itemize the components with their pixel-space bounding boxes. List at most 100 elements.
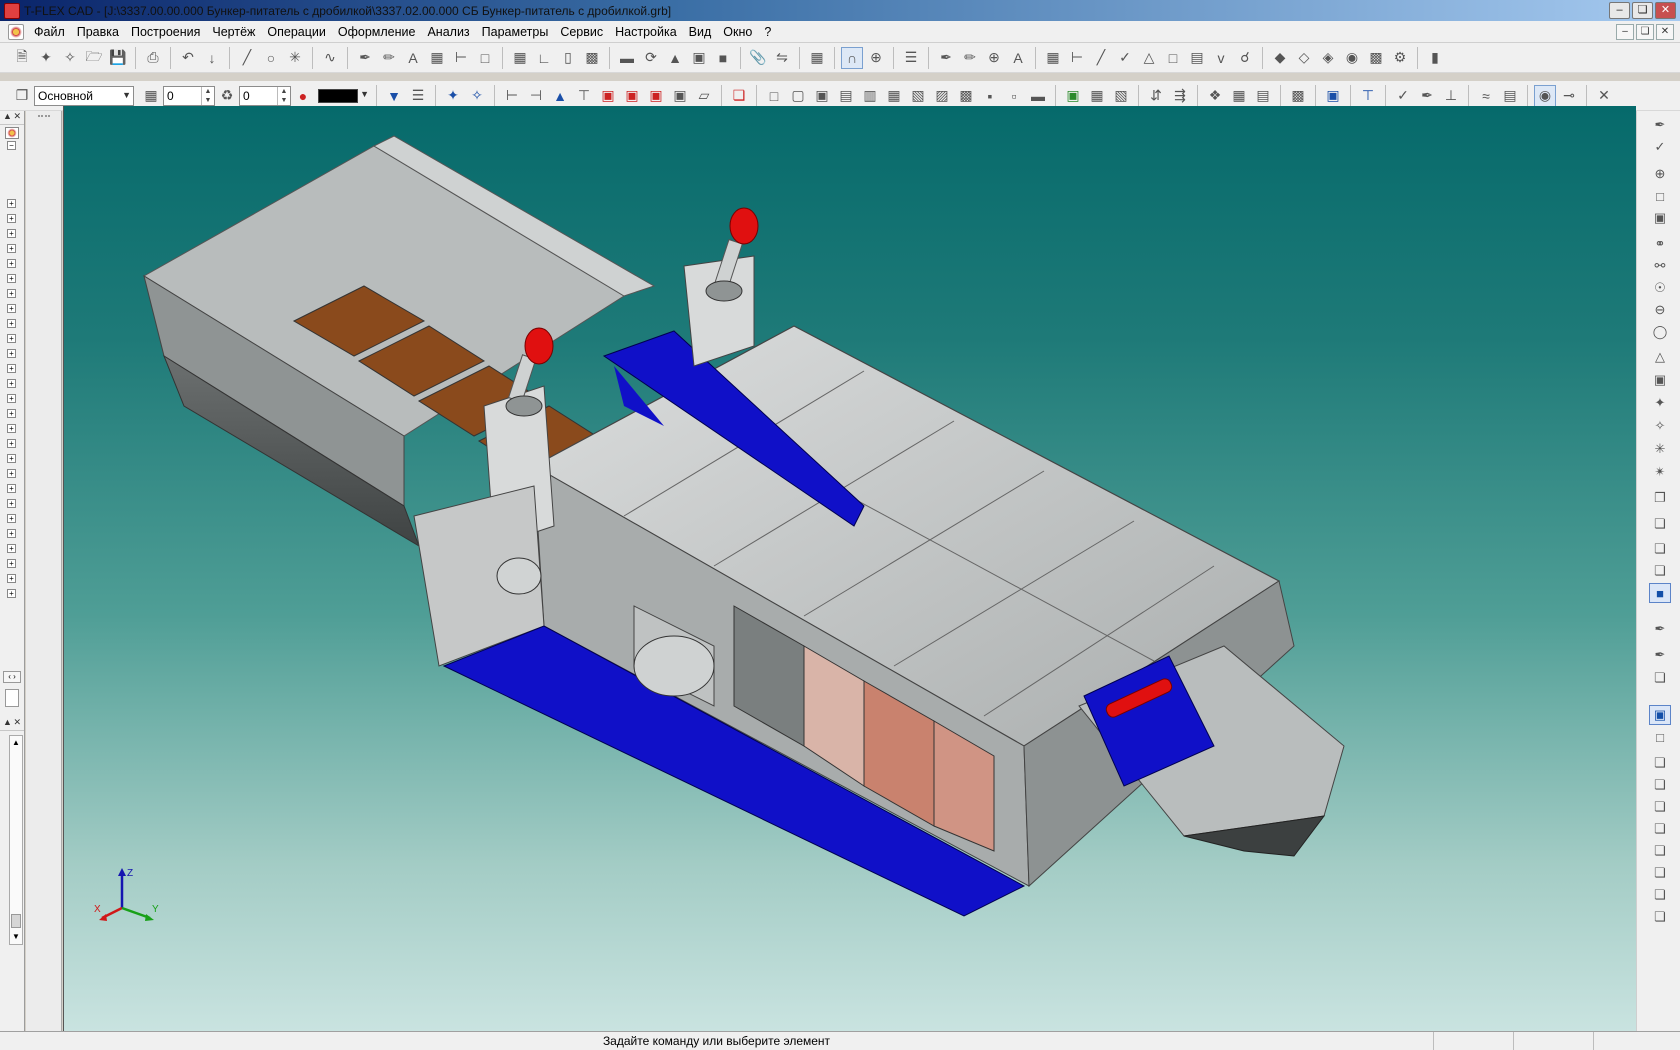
snap-options-icon[interactable]: ⊕ [865, 47, 887, 69]
light-c-icon[interactable]: ❏ [1649, 668, 1671, 688]
w-5-icon[interactable]: ⇶ [1169, 85, 1191, 107]
sel-4-icon[interactable]: ⊤ [573, 85, 595, 107]
tree-node-toggle[interactable]: + [7, 409, 16, 418]
sel-1-icon[interactable]: ⊢ [501, 85, 523, 107]
edit-dim-icon[interactable]: ⊢ [1066, 47, 1088, 69]
tree-node-toggle[interactable]: + [7, 304, 16, 313]
calculator-icon[interactable]: ▦ [806, 47, 828, 69]
sel-5-icon[interactable]: ▣ [597, 85, 619, 107]
sel-3-icon[interactable]: ▲ [549, 85, 571, 107]
w-2-icon[interactable]: ▦ [1086, 85, 1108, 107]
crosshair-icon[interactable]: ⊕ [983, 47, 1005, 69]
rough-icon[interactable]: □ [474, 47, 496, 69]
panel2-close-icon[interactable]: ✕ [13, 717, 21, 730]
op-b-icon[interactable]: ◇ [1293, 47, 1315, 69]
level-field[interactable]: 0 ▲ ▼ [163, 85, 215, 106]
layers-icon[interactable]: ❐ [11, 85, 33, 107]
properties-icon[interactable]: ☰ [900, 47, 922, 69]
hatch-icon[interactable]: ▦ [426, 47, 448, 69]
tree-node-toggle[interactable]: + [7, 499, 16, 508]
snap-icon[interactable]: ∩ [841, 46, 863, 69]
color-palette-icon[interactable]: ● [292, 85, 314, 107]
panel-toggle-icon[interactable]: ▮ [1424, 47, 1446, 69]
op-grid-icon[interactable]: ▩ [1365, 47, 1387, 69]
view-standard-icon[interactable]: ▣ [1649, 705, 1671, 725]
menu-window[interactable]: Окно [717, 21, 758, 43]
edit-hatch-icon[interactable]: ▦ [1042, 47, 1064, 69]
line-color-select[interactable]: ▼ [315, 86, 371, 106]
cube-red-icon[interactable]: ❏ [728, 85, 750, 107]
minimize-button[interactable]: – [1609, 2, 1630, 19]
menu-construct[interactable]: Построения [125, 21, 206, 43]
loft-icon[interactable]: ▲ [664, 47, 686, 69]
v-12-icon[interactable]: ▬ [1027, 85, 1049, 107]
tree-node-toggle[interactable]: + [7, 559, 16, 568]
edit-tol-icon[interactable]: △ [1138, 47, 1160, 69]
panel-splitter[interactable] [26, 111, 62, 1031]
print-icon[interactable]: ⎙ [142, 47, 164, 69]
menu-help[interactable]: ? [758, 21, 777, 43]
tree-node-toggle[interactable]: + [7, 589, 16, 598]
edit-var-icon[interactable]: v [1210, 47, 1232, 69]
tree-node-toggle[interactable]: + [7, 214, 16, 223]
filter-icon[interactable]: ▼ [383, 85, 405, 107]
op-c-icon[interactable]: ◈ [1317, 47, 1339, 69]
menu-service[interactable]: Сервис [554, 21, 609, 43]
edit-line-icon[interactable]: ╱ [1090, 47, 1112, 69]
light-b-icon[interactable]: ✒ [1649, 645, 1671, 665]
select-a-icon[interactable]: ✦ [442, 85, 464, 107]
extrude-icon[interactable]: ▬ [616, 47, 638, 69]
w-4-icon[interactable]: ⇵ [1145, 85, 1167, 107]
text-icon[interactable]: A [402, 47, 424, 69]
zoom-frame-icon[interactable]: □ [1649, 186, 1671, 206]
v-6-icon[interactable]: ▦ [883, 85, 905, 107]
view-iso-6-icon[interactable]: ❏ [1649, 863, 1671, 883]
render-shaded-icon[interactable]: ■ [1649, 583, 1671, 603]
sel-2-icon[interactable]: ⊣ [525, 85, 547, 107]
3d-model-render[interactable] [64, 106, 1636, 1031]
tree-node-toggle[interactable]: + [7, 319, 16, 328]
menu-annotation[interactable]: Оформление [332, 21, 422, 43]
x-4-icon[interactable]: ≈ [1475, 85, 1497, 107]
measure-icon[interactable]: ⇋ [771, 47, 793, 69]
v-8-icon[interactable]: ▨ [931, 85, 953, 107]
view-d-icon[interactable]: ✧ [1649, 416, 1671, 436]
v-5-icon[interactable]: ▥ [859, 85, 881, 107]
3d-viewport[interactable]: Z X Y [63, 106, 1636, 1031]
w-7-icon[interactable]: ▦ [1228, 85, 1250, 107]
circle-icon[interactable]: ○ [260, 47, 282, 69]
w-9-icon[interactable]: ▩ [1287, 85, 1309, 107]
tree-root-icon[interactable] [5, 127, 19, 139]
panel2-scroll-up-icon[interactable]: ▲ [3, 717, 12, 730]
view-front-icon[interactable]: □ [1649, 727, 1671, 747]
menu-view[interactable]: Вид [683, 21, 718, 43]
tree-node-toggle[interactable]: + [7, 349, 16, 358]
priority-spinner[interactable]: ▲ ▼ [277, 86, 290, 105]
tree-node-toggle[interactable]: + [7, 229, 16, 238]
axis-icon[interactable]: ∟ [533, 47, 555, 69]
new-document-icon[interactable]: 🗎 [11, 47, 33, 69]
w-3-icon[interactable]: ▧ [1110, 85, 1132, 107]
v-3-icon[interactable]: ▣ [811, 85, 833, 107]
filter-list-icon[interactable]: ☰ [407, 85, 429, 107]
doc-close-button[interactable]: ✕ [1656, 24, 1674, 40]
pencil-icon[interactable]: ✏ [378, 47, 400, 69]
w-10-icon[interactable]: ▣ [1322, 85, 1344, 107]
new-template-icon[interactable]: ✧ [59, 47, 81, 69]
sel-6-icon[interactable]: ▣ [621, 85, 643, 107]
view-iso-7-icon[interactable]: ❏ [1649, 885, 1671, 905]
v-11-icon[interactable]: ▫ [1003, 85, 1025, 107]
priority-field[interactable]: 0 ▲ ▼ [239, 85, 291, 106]
view-iso-4-icon[interactable]: ❏ [1649, 819, 1671, 839]
redo-icon[interactable]: ↓ [201, 47, 223, 69]
dimension-icon[interactable]: ⊢ [450, 47, 472, 69]
panel-tab-icon[interactable] [5, 689, 19, 707]
v-1-icon[interactable]: □ [763, 85, 785, 107]
tree-node-toggle[interactable]: + [7, 469, 16, 478]
render-c-icon[interactable]: ❏ [1649, 561, 1671, 581]
open-icon[interactable]: 🗁 [83, 47, 105, 69]
tree-node-toggle[interactable]: + [7, 274, 16, 283]
grid-icon[interactable]: ▩ [581, 47, 603, 69]
tree-node-toggle[interactable]: + [7, 529, 16, 538]
fragment-icon[interactable]: ▦ [509, 47, 531, 69]
